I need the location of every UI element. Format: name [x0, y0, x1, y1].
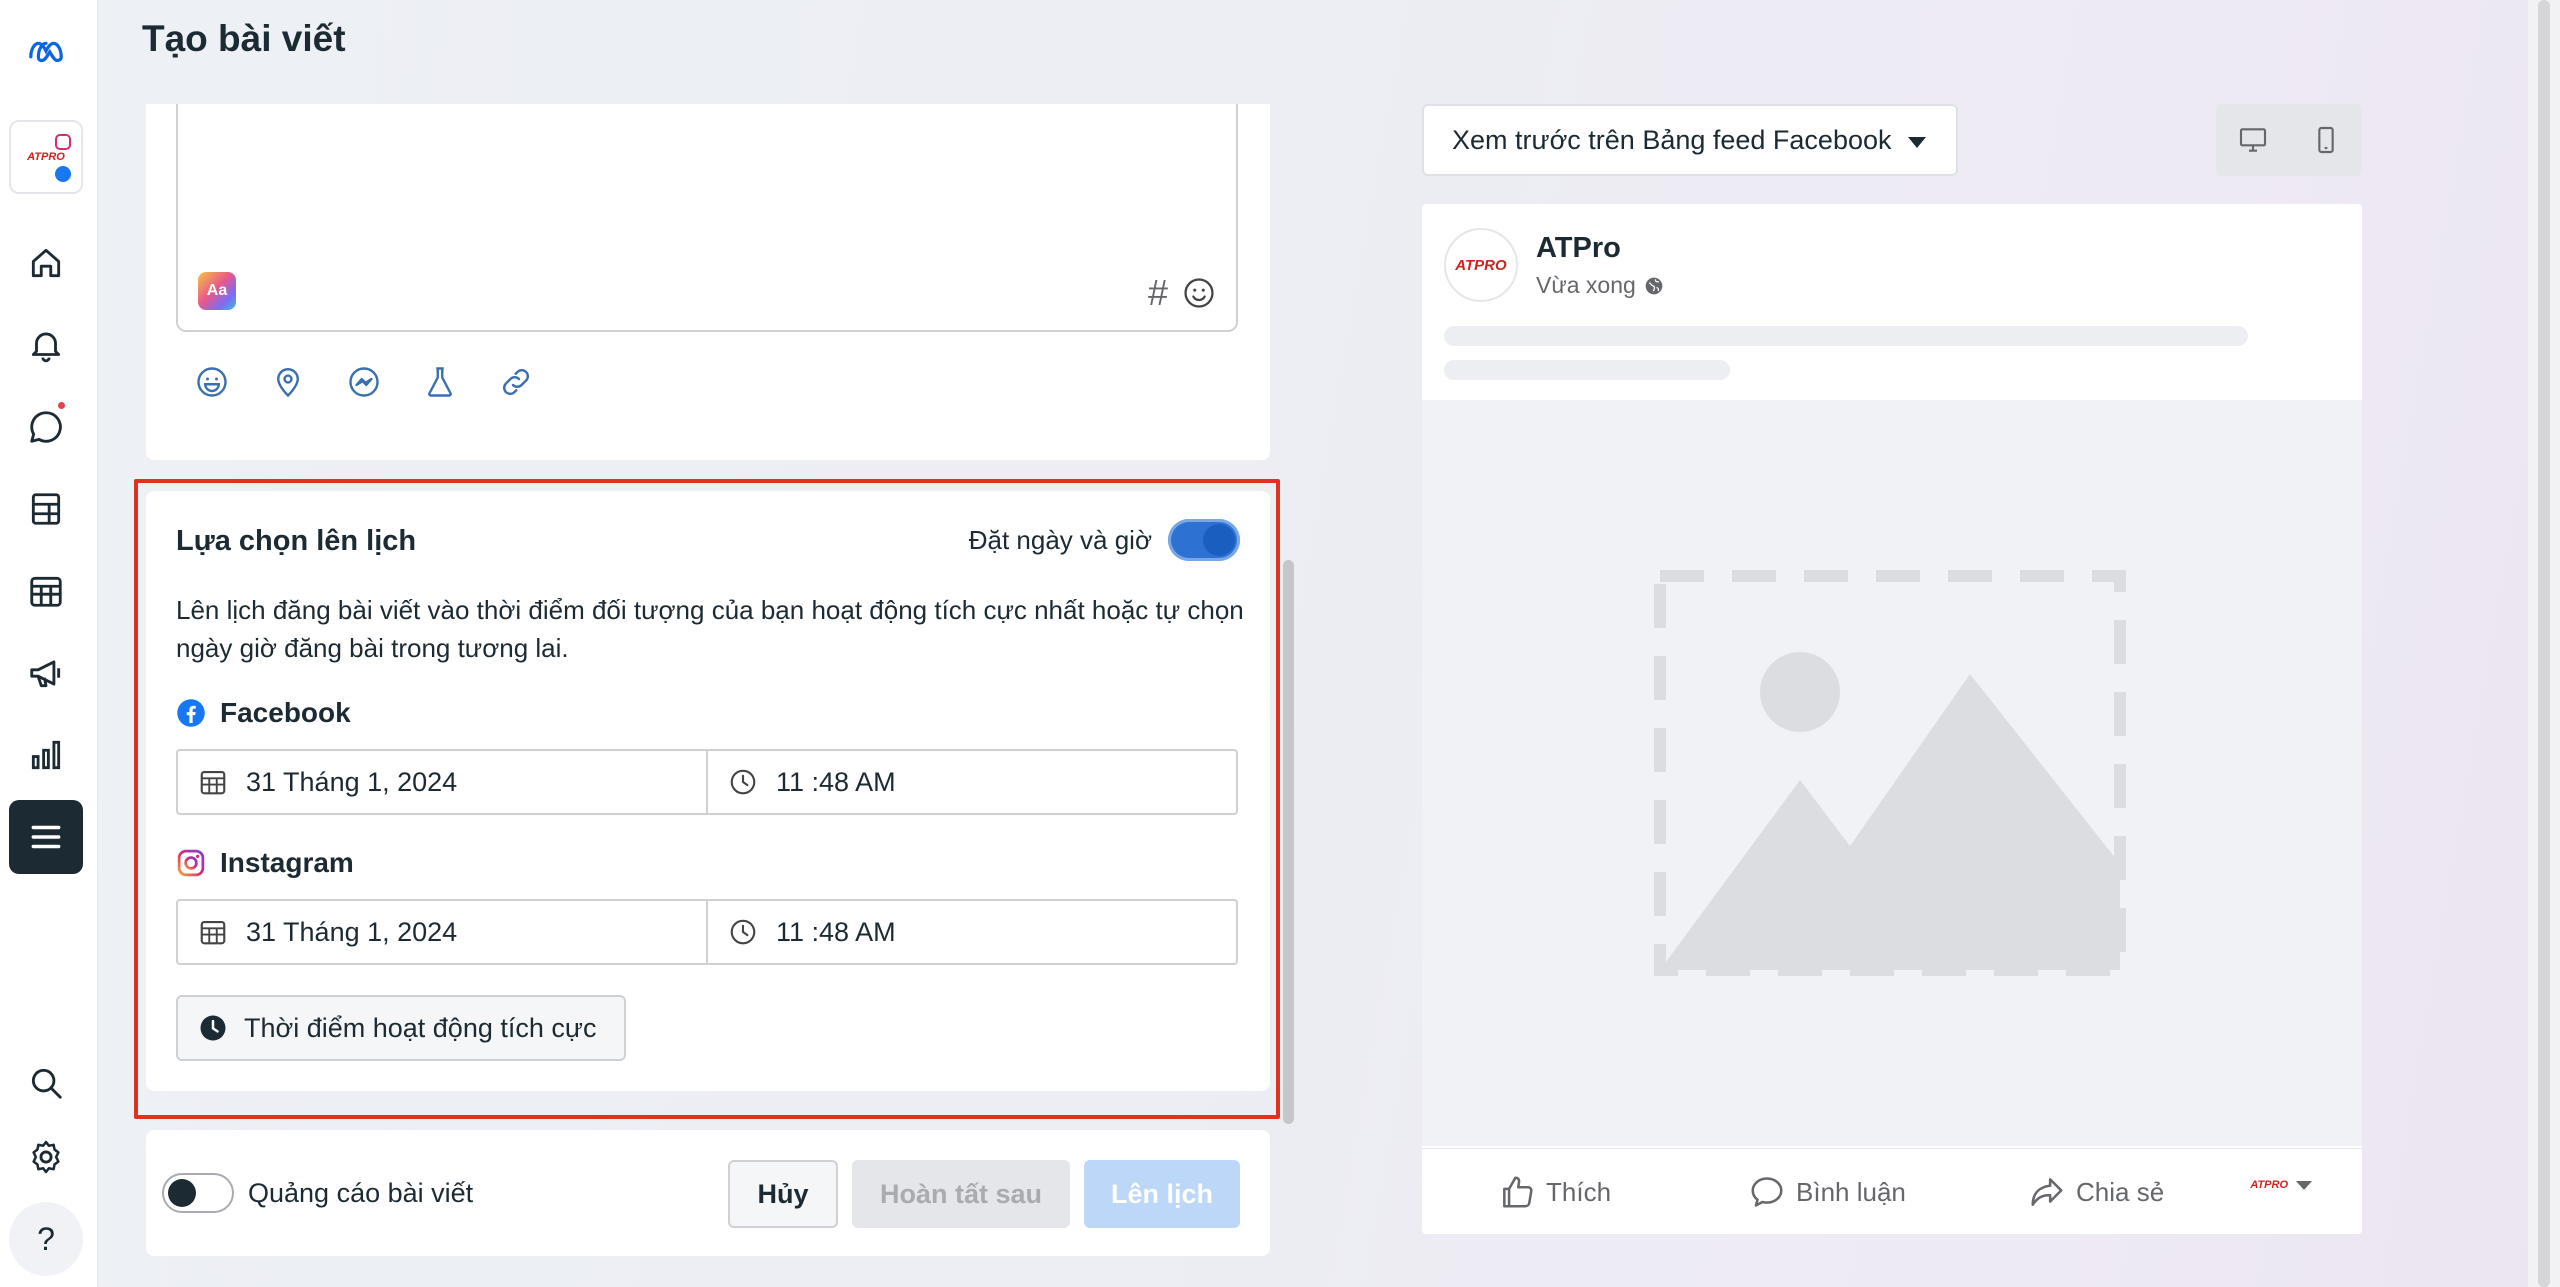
device-switcher — [2216, 104, 2362, 176]
notifications-icon[interactable] — [9, 308, 83, 382]
home-icon[interactable] — [9, 226, 83, 300]
text-format-icon[interactable]: Aa — [198, 272, 236, 310]
post-text-editor[interactable]: Aa # — [176, 104, 1238, 332]
preview-placement-dropdown[interactable]: Xem trước trên Bảng feed Facebook — [1422, 104, 1958, 176]
instagram-platform-label: Instagram — [176, 847, 354, 879]
insights-icon[interactable] — [9, 718, 83, 792]
page-avatar: ATPRO — [1444, 228, 1518, 302]
account-avatar[interactable]: ATPRO — [9, 120, 83, 194]
left-column-scrollbar-thumb[interactable] — [1283, 560, 1294, 1124]
text-placeholder-line — [1444, 360, 1730, 380]
image-placeholder-icon — [1654, 570, 2126, 976]
footer-action-bar: Quảng cáo bài viết Hủy Hoàn tất sau Lên … — [146, 1130, 1270, 1256]
notification-dot — [56, 400, 67, 411]
active-times-button[interactable]: Thời điểm hoạt động tích cực — [176, 995, 627, 1061]
composer-panel: Aa # — [146, 104, 1270, 460]
all-tools-icon[interactable] — [9, 800, 83, 874]
thumbs-up-icon — [1503, 1176, 1533, 1208]
post-timestamp: Vừa xong — [1536, 272, 1664, 299]
boost-post-toggle[interactable] — [162, 1173, 234, 1213]
composer-toolbar — [194, 364, 534, 400]
hashtag-icon[interactable]: # — [1148, 272, 1168, 314]
globe-icon — [1645, 277, 1663, 294]
set-date-time-toggle[interactable] — [1168, 519, 1240, 561]
caret-down-icon — [2296, 1180, 2312, 1190]
clock-icon — [730, 769, 756, 795]
location-icon[interactable] — [270, 364, 306, 400]
feeling-icon[interactable] — [194, 364, 230, 400]
text-placeholder-line — [1444, 326, 2248, 346]
emoji-picker-icon[interactable] — [1182, 276, 1216, 310]
instagram-time-field[interactable]: 11 :48 AM — [708, 901, 896, 963]
image-placeholder — [1422, 400, 2362, 1146]
facebook-datetime-row: 31 Tháng 1, 2024 11 :48 AM — [176, 749, 1238, 815]
instagram-badge-icon — [55, 134, 71, 150]
boost-post-label: Quảng cáo bài viết — [248, 1178, 474, 1208]
feed-preview-card: ATPRO ATPro Vừa xong Thích Bình luận Chi… — [1422, 204, 2362, 1234]
instagram-icon — [177, 849, 205, 877]
set-date-time-label: Đặt ngày và giờ — [968, 525, 1152, 555]
like-action[interactable]: Thích — [1498, 1173, 1611, 1211]
desktop-icon — [2239, 128, 2266, 152]
settings-icon[interactable] — [9, 1120, 83, 1194]
meta-logo-icon[interactable] — [9, 14, 83, 88]
facebook-time-field[interactable]: 11 :48 AM — [708, 751, 896, 813]
planner-icon[interactable] — [9, 554, 83, 628]
instagram-datetime-row: 31 Tháng 1, 2024 11 :48 AM — [176, 899, 1238, 965]
post-actions-bar: Thích Bình luận Chia sẻ ATPRO — [1422, 1148, 2362, 1234]
calendar-icon — [200, 920, 226, 945]
mobile-icon — [2317, 126, 2334, 154]
page-name: ATPro — [1536, 232, 1621, 264]
schedule-options-panel: Lựa chọn lên lịch Đặt ngày và giờ Lên lị… — [146, 491, 1270, 1091]
inbox-icon[interactable] — [9, 390, 83, 464]
schedule-button[interactable]: Lên lịch — [1084, 1160, 1240, 1228]
search-icon[interactable] — [9, 1046, 83, 1120]
comment-action[interactable]: Bình luận — [1748, 1173, 1906, 1211]
page-title: Tạo bài viết — [142, 18, 346, 59]
clock-filled-icon — [200, 1015, 226, 1041]
facebook-platform-label: Facebook — [176, 697, 351, 729]
ads-icon[interactable] — [9, 636, 83, 710]
messenger-icon[interactable] — [346, 364, 382, 400]
mobile-preview-button[interactable] — [2289, 104, 2362, 176]
facebook-badge-icon — [55, 166, 71, 182]
content-icon[interactable] — [9, 472, 83, 546]
instagram-date-field[interactable]: 31 Tháng 1, 2024 — [178, 901, 708, 963]
help-icon[interactable]: ? — [9, 1202, 83, 1276]
link-icon[interactable] — [498, 364, 534, 400]
comment-icon — [1751, 1177, 1783, 1207]
caret-down-icon — [1908, 137, 1926, 148]
facebook-date-field[interactable]: 31 Tháng 1, 2024 — [178, 751, 708, 813]
calendar-icon — [200, 770, 226, 795]
schedule-title: Lựa chọn lên lịch — [176, 525, 417, 557]
cancel-button[interactable]: Hủy — [728, 1160, 838, 1228]
facebook-icon — [177, 699, 205, 727]
left-nav-rail: ATPRO ? — [0, 0, 98, 1287]
share-icon — [2031, 1178, 2063, 1206]
share-action[interactable]: Chia sẻ — [2028, 1173, 2164, 1211]
finish-later-button[interactable]: Hoàn tất sau — [852, 1160, 1070, 1228]
clock-icon — [730, 919, 756, 945]
post-as-page-selector[interactable]: ATPRO — [2250, 1179, 2312, 1191]
window-scrollbar-thumb[interactable] — [2538, 0, 2550, 1287]
lab-icon[interactable] — [422, 364, 458, 400]
desktop-preview-button[interactable] — [2216, 104, 2289, 176]
schedule-description: Lên lịch đăng bài viết vào thời điểm đối… — [176, 595, 1244, 663]
